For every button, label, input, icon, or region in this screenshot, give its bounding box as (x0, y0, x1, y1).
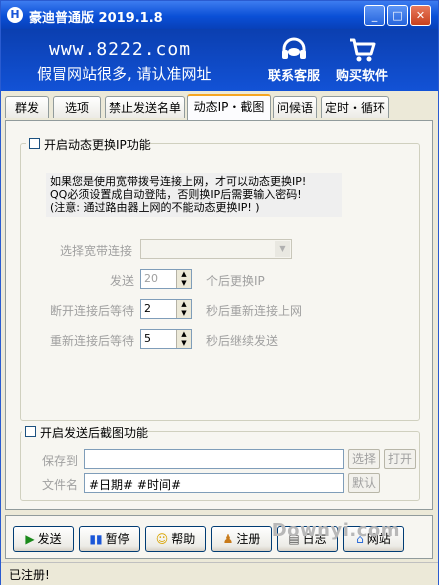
register-button[interactable]: ♟ 注册 (211, 526, 272, 552)
dynamic-ip-header: 开启动态更换IP功能 (26, 136, 151, 152)
screenshot-checkbox[interactable] (25, 426, 36, 437)
shopping-cart-icon (350, 38, 376, 62)
banner-slogan: 假冒网站很多, 请认准网址 (37, 65, 212, 83)
screenshot-title: 开启发送后截图功能 (40, 426, 149, 440)
help-button-label: 帮助 (171, 532, 196, 546)
filename-input[interactable]: #日期# #时间# (84, 473, 344, 493)
send-count-stepper[interactable]: 20 ▲ ▼ (140, 269, 192, 289)
status-bar: 已注册! (1, 562, 438, 585)
reconnect-wait-stepper[interactable]: 5 ▲ ▼ (140, 329, 192, 349)
help-button[interactable]: ☺ 帮助 (145, 526, 206, 552)
tab-options[interactable]: 选项 (53, 96, 101, 118)
tab-timer-loop[interactable]: 定时・循环 (321, 96, 389, 118)
spin-up-icon[interactable]: ▲ (177, 300, 191, 309)
disconnect-wait-suffix: 秒后重新连接上网 (206, 304, 303, 318)
pause-button-label: 暂停 (105, 532, 130, 546)
window-title: 豪迪普通版 2019.1.8 (29, 11, 163, 26)
maximize-button[interactable]: □ (387, 5, 408, 26)
spin-down-icon[interactable]: ▼ (177, 309, 191, 318)
contact-service-button[interactable]: 联系客服 (263, 35, 325, 87)
save-path-input[interactable] (84, 449, 344, 469)
save-to-label: 保存到 (42, 454, 79, 468)
send-count-suffix: 个后更换IP (206, 274, 265, 288)
main-window: H 豪迪普通版 2019.1.8 _ □ ✕ www.8222.com 假冒网站… (0, 0, 439, 585)
title-bar[interactable]: H 豪迪普通版 2019.1.8 _ □ ✕ (1, 1, 438, 29)
choose-button[interactable]: 选择 (348, 449, 380, 469)
reconnect-wait-suffix: 秒后继续发送 (206, 334, 279, 348)
close-button[interactable]: ✕ (410, 5, 431, 26)
spin-down-icon[interactable]: ▼ (177, 339, 191, 348)
tab-blocklist[interactable]: 禁止发送名单 (105, 96, 185, 118)
broadband-label: 选择宽带连接 (60, 244, 133, 258)
buy-software-label: 购买软件 (335, 69, 388, 84)
disconnect-wait-stepper[interactable]: 2 ▲ ▼ (140, 299, 192, 319)
reconnect-wait-label: 重新连接后等待 (50, 334, 135, 348)
open-button[interactable]: 打开 (384, 449, 416, 469)
spin-up-icon[interactable]: ▲ (177, 330, 191, 339)
status-text: 已注册! (9, 568, 50, 582)
reconnect-wait-value: 5 (144, 332, 151, 345)
headset-icon (282, 37, 306, 59)
send-count-value: 20 (144, 272, 158, 285)
pause-button[interactable]: ▮▮ 暂停 (79, 526, 140, 552)
buy-software-button[interactable]: 购买软件 (331, 35, 393, 87)
dynamic-ip-checkbox[interactable] (29, 138, 40, 149)
watermark: Downyi.com (271, 520, 400, 541)
broadband-select[interactable]: ▼ (140, 239, 292, 259)
dynamic-ip-info: 如果您是使用宽带拨号连接上网，才可以动态更换IP! QQ必须设置成自动登陆，否则… (46, 173, 342, 217)
minimize-button[interactable]: _ (364, 5, 385, 26)
send-button[interactable]: ▶ 发送 (13, 526, 74, 552)
send-button-label: 发送 (37, 532, 62, 546)
send-count-label: 发送 (110, 274, 135, 288)
banner: www.8222.com 假冒网站很多, 请认准网址 联系客服 购买软件 (1, 29, 438, 91)
register-button-label: 注册 (236, 532, 261, 546)
tab-dynamic-ip-screenshot[interactable]: 动态IP・截图 (187, 94, 271, 120)
screenshot-header: 开启发送后截图功能 (22, 424, 149, 440)
user-icon: ♟ (222, 532, 234, 546)
tab-greetings[interactable]: 问候语 (273, 96, 317, 118)
contact-service-label: 联系客服 (267, 69, 320, 84)
pause-icon: ▮▮ (89, 532, 103, 546)
dynamic-ip-title: 开启动态更换IP功能 (44, 138, 151, 152)
disconnect-wait-label: 断开连接后等待 (50, 304, 135, 318)
website-url: www.8222.com (49, 39, 192, 60)
tab-mass-send[interactable]: 群发 (5, 96, 49, 118)
tab-panel: 开启动态更换IP功能 如果您是使用宽带拨号连接上网，才可以动态更换IP! QQ必… (5, 120, 433, 510)
default-button[interactable]: 默认 (348, 473, 380, 493)
app-icon: H (7, 7, 23, 23)
disconnect-wait-value: 2 (144, 302, 151, 315)
smiley-icon: ☺ (155, 532, 169, 546)
spin-down-icon[interactable]: ▼ (177, 279, 191, 288)
spin-up-icon[interactable]: ▲ (177, 270, 191, 279)
chevron-down-icon: ▼ (275, 241, 290, 257)
play-icon: ▶ (25, 532, 35, 546)
filename-label: 文件名 (42, 478, 79, 492)
